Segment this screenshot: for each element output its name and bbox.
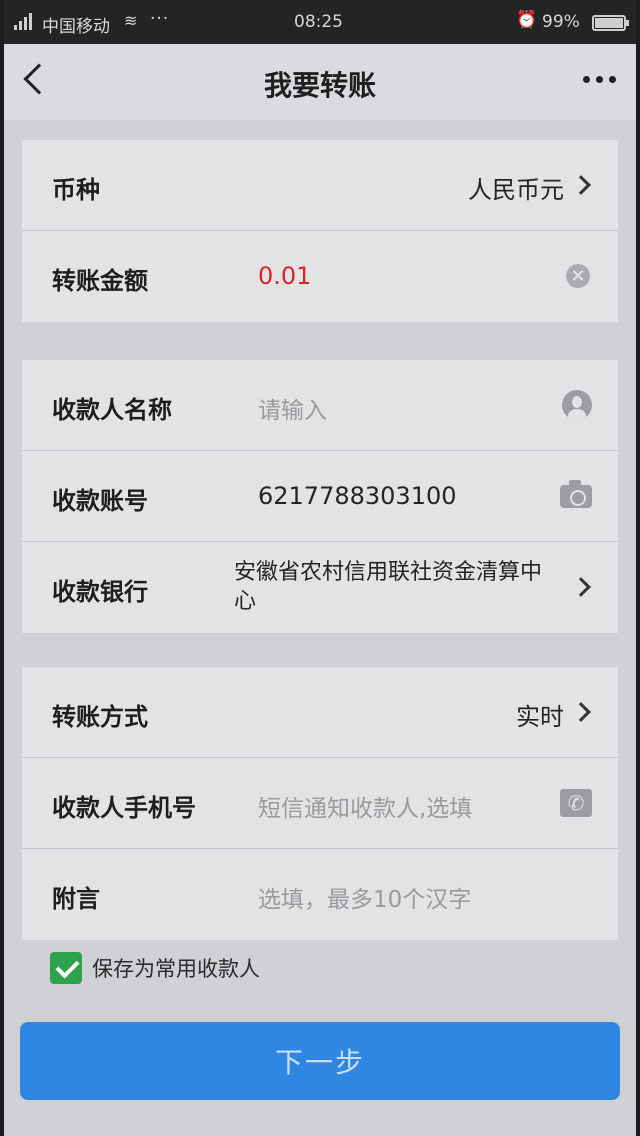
bank-label: 收款银行 bbox=[52, 578, 148, 606]
currency-row[interactable]: 币种 人民币元 bbox=[22, 140, 618, 231]
payee-name-label: 收款人名称 bbox=[52, 396, 172, 424]
status-time: 08:25 bbox=[294, 12, 343, 32]
save-payee-option[interactable]: 保存为常用收款人 bbox=[50, 950, 260, 986]
payee-name-row[interactable]: 收款人名称 请输入 bbox=[22, 360, 618, 451]
contact-icon[interactable] bbox=[562, 390, 592, 420]
battery-percent: 99% bbox=[542, 12, 580, 32]
memo-row[interactable]: 附言 选填，最多10个汉字 bbox=[22, 849, 618, 940]
chevron-right-icon bbox=[571, 175, 591, 195]
payee-phone-label: 收款人手机号 bbox=[52, 794, 196, 822]
bank-value: 安徽省农村信用联社资金清算中心 bbox=[234, 560, 543, 614]
alarm-icon: ⏰ bbox=[516, 10, 538, 30]
phone-screen: 中国移动 ≋ ··· 08:25 ⏰ 99% 我要转账 币种 人民币元 转账金额… bbox=[4, 0, 636, 1136]
amount-row[interactable]: 转账金额 0.01 × bbox=[22, 231, 618, 322]
payee-group: 收款人名称 请输入 收款账号 6217788303100 收款银行 安徽省农村信… bbox=[22, 360, 618, 633]
chevron-right-icon bbox=[571, 577, 591, 597]
save-payee-checkbox[interactable] bbox=[50, 952, 82, 984]
payee-name-input[interactable]: 请输入 bbox=[258, 391, 327, 425]
battery-icon bbox=[592, 15, 629, 31]
currency-value: 人民币元 bbox=[468, 176, 564, 204]
transfer-method-label: 转账方式 bbox=[52, 703, 148, 731]
transfer-method-value: 实时 bbox=[516, 703, 564, 731]
bank-row[interactable]: 收款银行 安徽省农村信用联社资金清算中心 bbox=[22, 542, 618, 633]
transfer-method-row[interactable]: 转账方式 实时 bbox=[22, 667, 618, 758]
account-label: 收款账号 bbox=[52, 487, 148, 515]
chevron-right-icon bbox=[571, 702, 591, 722]
memo-label: 附言 bbox=[52, 885, 100, 913]
amount-input[interactable]: 0.01 bbox=[258, 262, 311, 290]
carrier-name: 中国移动 bbox=[42, 17, 110, 37]
phonebook-icon[interactable]: ✆ bbox=[560, 789, 592, 817]
status-bar: 中国移动 ≋ ··· 08:25 ⏰ 99% bbox=[4, 0, 636, 44]
payee-phone-input[interactable]: 短信通知收款人,选填 bbox=[258, 789, 472, 823]
camera-icon[interactable] bbox=[560, 480, 592, 508]
more-menu-icon[interactable] bbox=[583, 76, 616, 83]
save-payee-label: 保存为常用收款人 bbox=[92, 957, 260, 981]
currency-label: 币种 bbox=[52, 176, 100, 204]
clear-icon[interactable]: × bbox=[566, 264, 590, 288]
memo-input[interactable]: 选填，最多10个汉字 bbox=[258, 880, 471, 914]
nav-bar: 我要转账 bbox=[4, 44, 636, 120]
page-title: 我要转账 bbox=[263, 69, 376, 102]
account-input[interactable]: 6217788303100 bbox=[258, 482, 457, 510]
signal-icon bbox=[14, 12, 32, 30]
next-step-button[interactable]: 下一步 bbox=[20, 1022, 620, 1100]
amount-label: 转账金额 bbox=[52, 267, 148, 295]
options-group: 转账方式 实时 收款人手机号 短信通知收款人,选填 ✆ 附言 选填，最多10个汉… bbox=[22, 667, 618, 940]
wifi-icon: ≋ bbox=[124, 11, 138, 30]
more-status-icon: ··· bbox=[150, 9, 170, 29]
payee-phone-row[interactable]: 收款人手机号 短信通知收款人,选填 ✆ bbox=[22, 758, 618, 849]
amount-group: 币种 人民币元 转账金额 0.01 × bbox=[22, 140, 618, 322]
account-row[interactable]: 收款账号 6217788303100 bbox=[22, 451, 618, 542]
